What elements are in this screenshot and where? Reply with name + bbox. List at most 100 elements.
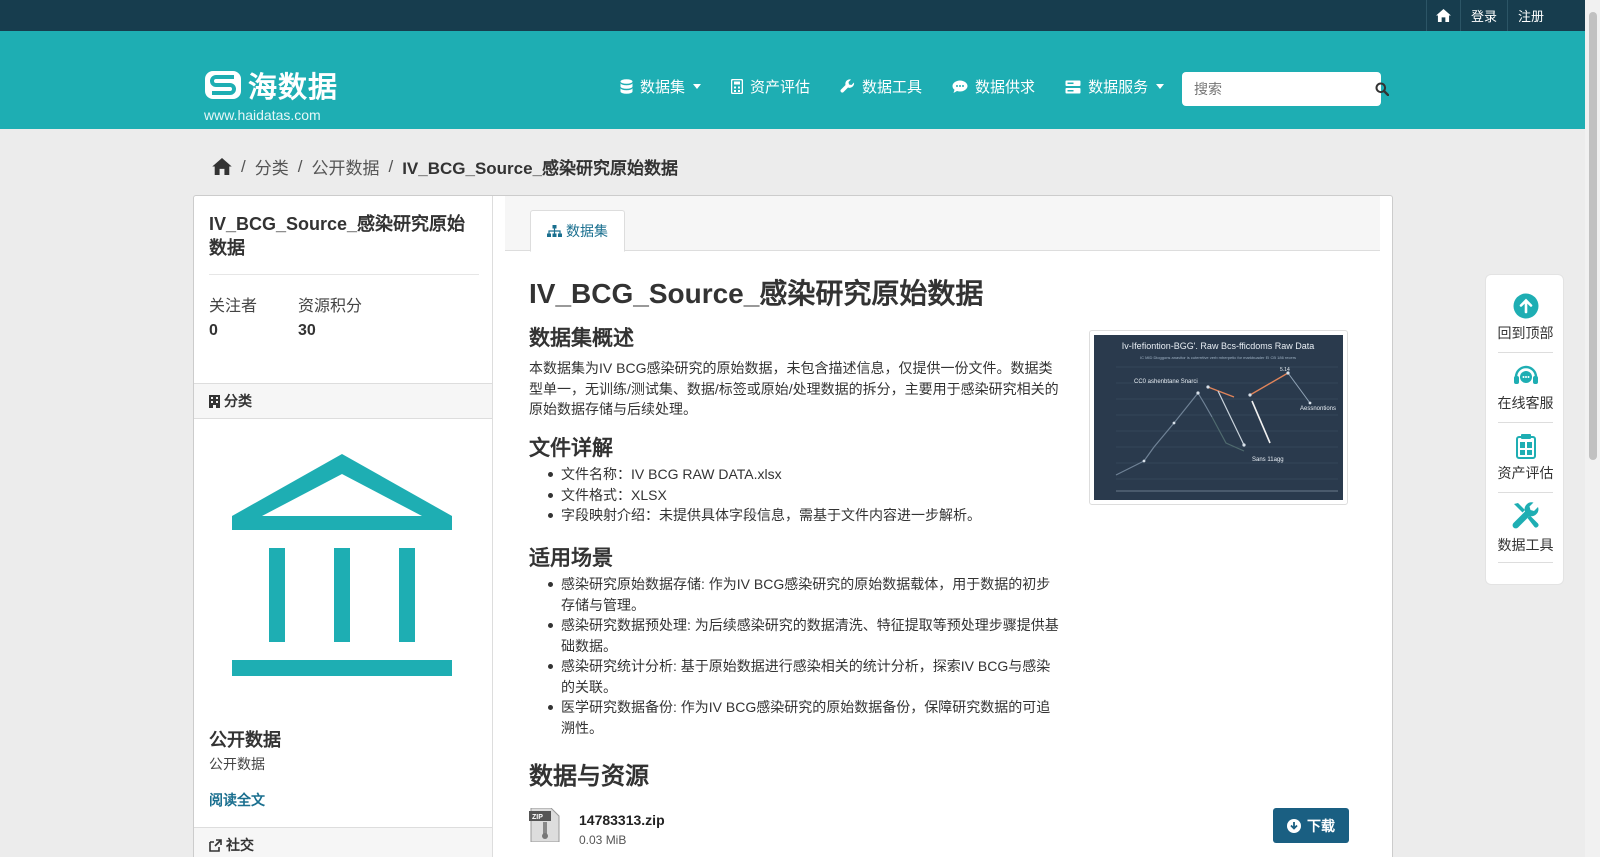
nav-asset-evaluation[interactable]: 资产评估	[731, 76, 810, 97]
server-icon	[1065, 80, 1081, 93]
search-icon	[1375, 82, 1389, 96]
login-link[interactable]: 登录	[1459, 0, 1507, 31]
download-icon	[1287, 818, 1301, 833]
building-icon	[209, 394, 220, 408]
divider	[209, 274, 479, 275]
floating-toolbar: 回到顶部 在线客服 资产评估 数据工具	[1485, 274, 1564, 585]
home-link[interactable]	[1425, 0, 1460, 31]
clipboard-icon	[1515, 434, 1536, 459]
search-box	[1182, 72, 1389, 106]
nav-data-tools[interactable]: 数据工具	[840, 76, 922, 97]
thumbnail-chart-image: Iv-Ifefiontion-BGG'. Raw Bcs-fficdoms Ra…	[1094, 335, 1343, 500]
nav-supply-demand-label: 数据供求	[975, 79, 1036, 96]
organization-description: 公开数据	[209, 756, 265, 772]
dataset-title: IV_BCG_Source_感染研究原始数据	[529, 278, 984, 309]
read-more-link[interactable]: 阅读全文	[209, 790, 265, 810]
download-button-label: 下载	[1307, 817, 1335, 834]
scrollbar-thumb[interactable]	[1589, 12, 1597, 460]
social-heading-label: 社交	[226, 837, 254, 853]
nav-data-services-label: 数据服务	[1088, 79, 1149, 96]
points-count: 30	[298, 322, 316, 339]
asset-evaluation-button[interactable]: 资产评估	[1486, 423, 1565, 493]
main-wrapper: IV_BCG_Source_感染研究原始数据 关注者 资源积分 0 30 分类 …	[193, 195, 1393, 857]
sitemap-icon	[547, 225, 562, 237]
list-item: 文件格式：XLSX	[529, 485, 1064, 506]
dataset-thumbnail[interactable]: Iv-Ifefiontion-BGG'. Raw Bcs-fficdoms Ra…	[1089, 330, 1348, 505]
logo-mark-icon	[205, 71, 241, 99]
arrow-up-circle-icon	[1513, 293, 1538, 319]
breadcrumb-separator: /	[241, 156, 246, 176]
data-tools-label: 数据工具	[1497, 537, 1554, 553]
list-item: 感染研究统计分析: 基于原始数据进行感染相关的统计分析，探索IV BCG与感染的…	[529, 656, 1064, 697]
logo-text: 海数据	[248, 72, 339, 104]
overview-heading: 数据集概述	[529, 327, 634, 350]
database-icon	[620, 79, 633, 94]
resource-size: 0.03 MiB	[579, 833, 627, 847]
headset-icon	[1513, 365, 1538, 384]
social-heading: 社交	[194, 827, 492, 857]
thumb-label-bottom: Sans 11agg	[1252, 457, 1284, 463]
list-item: 文件名称：IV BCG RAW DATA.xlsx	[529, 464, 1064, 485]
top-bar: 登录 注册	[0, 0, 1600, 31]
main-nav: 数据集 资产评估 数据工具 数据供求 数据服务	[620, 76, 1194, 97]
thumb-label-top: 5.14	[1280, 367, 1290, 373]
file-details-list: 文件名称：IV BCG RAW DATA.xlsx 文件格式：XLSX 字段映射…	[529, 464, 1064, 526]
wrench-icon	[840, 79, 855, 93]
usage-list: 感染研究原始数据存储: 作为IV BCG感染研究的原始数据载体，用于数据的初步存…	[529, 574, 1064, 738]
list-item: 感染研究原始数据存储: 作为IV BCG感染研究的原始数据载体，用于数据的初步存…	[529, 574, 1064, 615]
breadcrumb: / 分类 / 公开数据 / IV_BCG_Source_感染研究原始数据	[212, 154, 678, 179]
online-service-button[interactable]: 在线客服	[1486, 353, 1565, 423]
back-to-top-button[interactable]: 回到顶部	[1486, 283, 1565, 353]
zip-file-icon[interactable]: ZIP	[529, 807, 561, 843]
breadcrumb-category[interactable]: 分类	[255, 154, 289, 179]
nav-datasets[interactable]: 数据集	[620, 76, 702, 97]
list-item: 医学研究数据备份: 作为IV BCG感染研究的原始数据备份，保障研究数据的可追溯…	[529, 697, 1064, 738]
site-header: 海数据 www.haidatas.com 数据集 资产评估 数据工具 数据供求 …	[0, 31, 1600, 129]
tab-dataset-label: 数据集	[566, 223, 608, 239]
data-tools-button[interactable]: 数据工具	[1486, 493, 1565, 563]
list-item: 感染研究数据预处理: 为后续感染研究的数据清洗、特征提取等预处理步骤提供基础数据…	[529, 615, 1064, 656]
breadcrumb-separator: /	[388, 156, 394, 176]
thumb-label-left: CC0 ashenbtane Snarci	[1134, 379, 1198, 385]
breadcrumb-organization[interactable]: 公开数据	[311, 154, 379, 179]
nav-datasets-label: 数据集	[640, 79, 686, 96]
content-area: 数据集 IV_BCG_Source_感染研究原始数据 数据集概述 本数据集为IV…	[493, 196, 1392, 857]
resource-name[interactable]: 14783313.zip	[579, 812, 665, 828]
register-link[interactable]: 注册	[1506, 0, 1554, 31]
tools-icon	[1512, 502, 1538, 529]
thumb-subtitle: IC MID Dioggons anavitor is cuterrrtive …	[1140, 355, 1296, 360]
institution-icon[interactable]	[232, 454, 452, 682]
page-scrollbar[interactable]	[1585, 0, 1600, 857]
file-details-heading: 文件详解	[529, 437, 613, 460]
nav-asset-evaluation-label: 资产评估	[750, 79, 811, 96]
thumb-label-right: Aessnontions	[1300, 406, 1336, 412]
breadcrumb-separator: /	[297, 156, 303, 176]
site-logo[interactable]: 海数据	[204, 64, 338, 106]
home-icon[interactable]	[212, 158, 232, 175]
tabs-bar: 数据集	[505, 196, 1380, 252]
tab-dataset[interactable]: 数据集	[530, 210, 625, 252]
nav-data-tools-label: 数据工具	[862, 79, 923, 96]
sidebar-dataset-title: IV_BCG_Source_感染研究原始数据	[209, 214, 466, 258]
search-button[interactable]	[1375, 72, 1389, 106]
home-icon	[1436, 9, 1451, 22]
thumb-title: Iv-Ifefiontion-BGG'. Raw Bcs-fficdoms Ra…	[1122, 341, 1315, 351]
points-label: 资源积分	[298, 298, 363, 315]
calculator-icon	[731, 79, 744, 94]
breadcrumb-current[interactable]: IV_BCG_Source_感染研究原始数据	[402, 154, 678, 179]
chevron-down-icon	[1156, 84, 1165, 89]
category-heading: 分类	[194, 383, 492, 419]
download-button[interactable]: 下载	[1273, 808, 1349, 843]
share-icon	[209, 838, 222, 852]
organization-name: 公开数据	[209, 730, 281, 750]
nav-data-services[interactable]: 数据服务	[1065, 76, 1165, 97]
category-heading-label: 分类	[224, 393, 252, 409]
list-item: 字段映射介绍：未提供具体字段信息，需基于文件内容进一步解析。	[529, 505, 1064, 526]
nav-supply-demand[interactable]: 数据供求	[952, 76, 1035, 97]
asset-evaluation-label: 资产评估	[1497, 465, 1554, 481]
logo-url: www.haidatas.com	[204, 107, 321, 123]
search-input[interactable]	[1182, 73, 1375, 105]
zip-badge: ZIP	[532, 814, 543, 821]
followers-label: 关注者	[209, 298, 258, 315]
usage-heading: 适用场景	[529, 547, 613, 570]
